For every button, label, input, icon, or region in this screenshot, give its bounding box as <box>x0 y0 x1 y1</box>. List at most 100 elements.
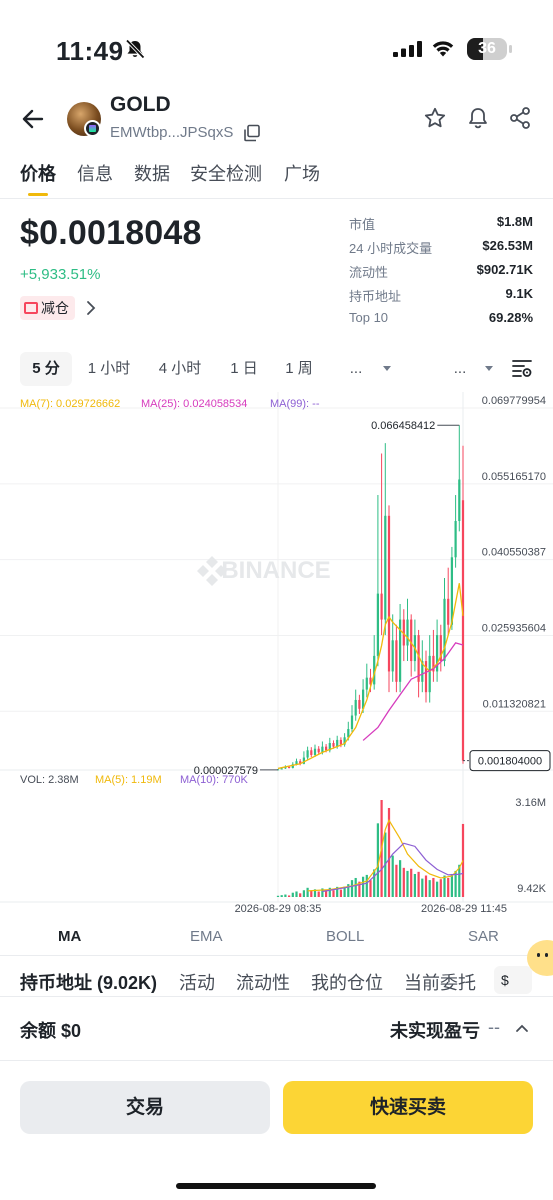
reduce-label: 减仓 <box>41 300 69 316</box>
tab-price[interactable]: 价格 <box>20 160 56 186</box>
quick-buy-sell-button[interactable]: 快速买卖 <box>283 1081 533 1134</box>
volume-bar <box>310 890 313 897</box>
divider <box>0 955 553 956</box>
volume-bar <box>402 867 405 897</box>
candle-body <box>384 515 387 620</box>
unrealized-pnl-label: 未实现盈亏 <box>390 1021 480 1041</box>
volume-bar <box>443 875 446 897</box>
detail-tabs: 持币地址 (9.02K) 活动 流动性 我的仓位 当前委托 $ <box>0 966 553 996</box>
chevron-right-icon[interactable] <box>84 298 98 318</box>
price-chart[interactable]: BINANCE MA(7): 0.029726662 MA(25): 0.024… <box>0 392 553 916</box>
tab-holders[interactable]: 持币地址 (9.02K) <box>20 969 157 995</box>
reduce-icon <box>24 302 38 314</box>
volume-bar <box>428 880 431 897</box>
y-axis-tick-label: 0.025935604 <box>482 622 546 634</box>
tab-security-check[interactable]: 安全检测 <box>190 160 262 186</box>
tab-info[interactable]: 信息 <box>77 160 113 186</box>
cellular-signal-icon <box>393 41 422 57</box>
solana-chain-icon <box>84 120 101 137</box>
vol-axis-max: 3.16M <box>515 797 546 809</box>
volume-legend: VOL: 2.38M <box>20 774 79 786</box>
volume-bar <box>406 870 409 897</box>
volume-bar <box>373 869 376 897</box>
divider <box>0 996 553 997</box>
battery-level: 36 <box>478 40 496 57</box>
candle-body <box>410 619 413 662</box>
interval-1w[interactable]: 1 周 <box>277 352 321 386</box>
market-stats: 市值 $1.8M 24 小时成交量 $26.53M 流动性 $902.71K 持币地址… <box>349 214 533 334</box>
active-tab-indicator <box>28 193 48 196</box>
volume-bar <box>332 890 335 897</box>
favorite-star-icon[interactable] <box>423 106 447 130</box>
stat-liquidity: 流动性 $902.71K <box>349 262 533 280</box>
y-axis-tick-label: 0.011320821 <box>483 698 546 710</box>
candle-body <box>310 750 313 755</box>
vol-ma10-legend: MA(10): 770K <box>180 774 249 786</box>
price-alert-bell-icon[interactable] <box>466 106 490 130</box>
volume-bar <box>361 876 365 897</box>
volume-bar <box>439 879 442 897</box>
token-avatar <box>67 102 101 137</box>
volume-bar <box>432 877 435 897</box>
indicator-ema[interactable]: EMA <box>190 928 223 945</box>
battery-icon: 36 <box>467 38 507 60</box>
indicator-ma[interactable]: MA <box>58 928 81 945</box>
volume-bar <box>424 875 428 897</box>
volume-bar <box>280 895 283 897</box>
volume-bar <box>395 864 398 897</box>
candle-body <box>339 739 343 745</box>
indicator-sar[interactable]: SAR <box>468 928 499 945</box>
candle-body <box>324 746 328 751</box>
volume-bar <box>421 878 424 897</box>
candle-body <box>280 768 283 770</box>
main-tabs: 价格 信息 数据 安全检测 广场 <box>0 160 553 200</box>
interval-5m[interactable]: 5 分 <box>20 352 72 386</box>
volume-bar <box>450 873 454 897</box>
trade-button[interactable]: 交易 <box>20 1081 270 1134</box>
interval-1d[interactable]: 1 日 <box>222 352 266 386</box>
chart-settings-icon[interactable] <box>511 358 533 380</box>
candle-body <box>443 598 446 662</box>
tab-my-positions[interactable]: 我的仓位 <box>311 969 383 995</box>
interval-1h[interactable]: 1 小时 <box>80 352 138 386</box>
chevron-up-icon[interactable] <box>514 1020 530 1036</box>
interval-selector: 5 分 1 小时 4 小时 1 日 1 周 ... ... <box>0 352 553 388</box>
chart-type-more[interactable]: ... <box>442 352 478 386</box>
chart-grid <box>0 392 553 903</box>
tab-open-orders[interactable]: 当前委托 <box>404 969 476 995</box>
ma99-legend: MA(99): -- <box>270 398 320 410</box>
candle-body <box>376 593 380 656</box>
chevron-down-icon <box>383 366 391 371</box>
back-arrow-icon[interactable] <box>20 106 46 132</box>
volume-bar <box>369 880 372 897</box>
volume-bar <box>299 893 302 897</box>
candle-body <box>306 750 309 758</box>
candle-body <box>317 748 320 753</box>
candle-body <box>380 593 383 620</box>
token-header: GOLD EMWtbp...JPSqxS <box>0 92 553 148</box>
currency-toggle[interactable]: $ <box>494 966 532 994</box>
indicator-boll[interactable]: BOLL <box>326 928 364 945</box>
interval-more[interactable]: ... <box>337 352 375 386</box>
vol-axis-min: 9.42K <box>517 883 546 895</box>
y-axis-tick-label: 0.055165170 <box>482 471 546 483</box>
tab-square[interactable]: 广场 <box>284 160 320 186</box>
volume-bar <box>317 891 320 897</box>
stat-24h-volume: 24 小时成交量 $26.53M <box>349 238 533 256</box>
ma25-legend: MA(25): 0.024058534 <box>141 398 247 410</box>
tab-data[interactable]: 数据 <box>134 160 170 186</box>
volume-bar <box>276 895 280 897</box>
chevron-down-icon <box>485 366 493 371</box>
tab-activity[interactable]: 活动 <box>179 969 215 995</box>
current-price-label: 0.001804000 <box>478 756 542 768</box>
reduce-position-badge[interactable]: 减仓 <box>20 296 75 320</box>
tab-liquidity[interactable]: 流动性 <box>236 969 290 995</box>
copy-icon[interactable] <box>243 124 261 142</box>
interval-4h[interactable]: 4 小时 <box>150 352 210 386</box>
price-change-percent: +5,933.51% <box>20 266 101 283</box>
indicator-selector: MA EMA BOLL SAR <box>0 916 553 956</box>
current-price: $0.0018048 <box>20 214 202 252</box>
volume-bar <box>302 890 306 897</box>
share-icon[interactable] <box>508 106 532 130</box>
volume-bar <box>291 892 294 897</box>
